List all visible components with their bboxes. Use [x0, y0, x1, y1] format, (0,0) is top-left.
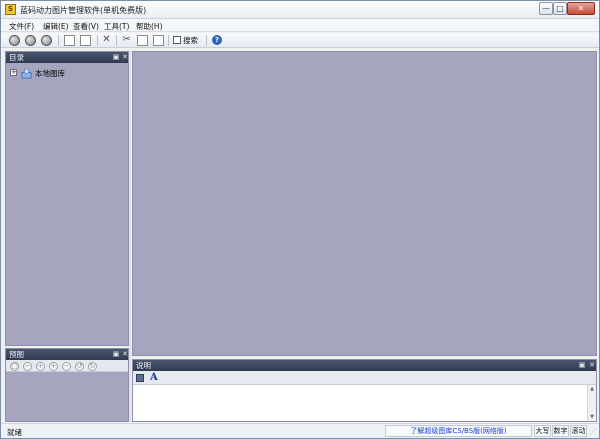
- description-panel: 说明 ▣ ✕ A ▲ ▼: [132, 359, 597, 422]
- pin-icon[interactable]: ▣: [112, 349, 120, 360]
- status-bar: 就绪 了解超级图库CS/BS版(网络版) 大写 数字 滚动 ⋰: [1, 423, 599, 438]
- description-header: 说明 ▣ ✕: [133, 360, 596, 371]
- toolbar-separator: [168, 35, 169, 46]
- scroll-indicator: 滚动: [570, 425, 587, 437]
- toolbar-separator: [116, 35, 117, 46]
- num-indicator: 数字: [552, 425, 569, 437]
- maximize-button[interactable]: □: [553, 2, 567, 15]
- zoom-out-icon[interactable]: −: [23, 362, 32, 371]
- description-scrollbar[interactable]: ▲ ▼: [587, 385, 596, 421]
- app-window: S 蓝码动力图片管理软件(单机免费版) — □ ✕ 文件(F) 编辑(E) 查看…: [0, 0, 600, 439]
- app-logo-icon: S: [5, 4, 16, 15]
- pin-icon[interactable]: ▣: [578, 360, 586, 371]
- rotate-right-icon[interactable]: ↻: [88, 362, 97, 371]
- toolbar-separator: [58, 35, 59, 46]
- description-text-area[interactable]: [133, 385, 588, 421]
- delete-icon[interactable]: ✕: [101, 35, 112, 46]
- close-button[interactable]: ✕: [567, 2, 595, 15]
- minimize-button[interactable]: —: [539, 2, 553, 15]
- tree-item-local-library[interactable]: + 本地图库: [10, 68, 120, 79]
- menu-file[interactable]: 文件(F): [9, 21, 34, 32]
- preview-title: 预图: [9, 350, 24, 359]
- search-button[interactable]: 搜索: [173, 35, 201, 46]
- back-icon[interactable]: [9, 35, 20, 46]
- help-icon[interactable]: ?: [212, 35, 222, 45]
- upgrade-link[interactable]: 了解超级图库CS/BS版(网络版): [385, 425, 532, 437]
- title-bar[interactable]: S 蓝码动力图片管理软件(单机免费版) — □ ✕: [1, 1, 599, 19]
- font-icon[interactable]: A: [150, 372, 158, 384]
- save-icon[interactable]: [136, 374, 144, 382]
- home-icon[interactable]: [41, 35, 52, 46]
- directory-header: 目录 ▣ ✕: [6, 52, 128, 63]
- library-icon: [21, 68, 32, 79]
- copy-icon[interactable]: [137, 35, 148, 46]
- menu-bar: 文件(F) 编辑(E) 查看(V) 工具(T) 帮助(H): [1, 19, 599, 32]
- zoom-fit-icon[interactable]: □: [10, 362, 19, 371]
- close-icon[interactable]: ✕: [121, 349, 129, 360]
- close-icon[interactable]: ✕: [588, 360, 596, 371]
- zoom-in-icon[interactable]: +: [36, 362, 45, 371]
- window-title: 蓝码动力图片管理软件(单机免费版): [20, 6, 147, 15]
- caps-indicator: 大写: [534, 425, 551, 437]
- thumbnail-view[interactable]: [132, 51, 597, 356]
- refresh-icon[interactable]: [64, 35, 75, 46]
- tree-expand-icon[interactable]: +: [10, 69, 17, 76]
- zoom-plus-icon[interactable]: +: [49, 362, 58, 371]
- paste-icon[interactable]: [153, 35, 164, 46]
- search-label: 搜索: [183, 36, 198, 45]
- zoom-minus-icon[interactable]: −: [62, 362, 71, 371]
- menu-edit[interactable]: 编辑(E): [43, 21, 69, 32]
- properties-icon[interactable]: [80, 35, 91, 46]
- preview-toolbar: □ − + + − ↺ ↻: [6, 360, 128, 372]
- menu-help[interactable]: 帮助(H): [136, 21, 163, 32]
- tree-root-label: 本地图库: [35, 69, 65, 78]
- directory-title: 目录: [9, 53, 24, 62]
- forward-icon[interactable]: [25, 35, 36, 46]
- description-toolbar: A: [133, 371, 596, 385]
- preview-panel: 预图 ▣ ✕ □ − + + − ↺ ↻: [5, 348, 129, 422]
- status-text: 就绪: [7, 428, 22, 437]
- vertical-splitter[interactable]: [129, 51, 131, 422]
- scroll-up-icon[interactable]: ▲: [589, 386, 595, 392]
- preview-header: 预图 ▣ ✕: [6, 349, 128, 360]
- main-toolbar: ✕ ✂ 搜索 ?: [1, 33, 599, 48]
- close-icon[interactable]: ✕: [121, 52, 129, 63]
- search-icon: [173, 36, 181, 44]
- toolbar-separator: [97, 35, 98, 46]
- cut-icon[interactable]: ✂: [121, 35, 132, 46]
- menu-tools[interactable]: 工具(T): [104, 21, 129, 32]
- toolbar-separator: [206, 35, 207, 46]
- description-title: 说明: [136, 361, 151, 370]
- directory-panel: 目录 ▣ ✕ + 本地图库: [5, 51, 129, 346]
- scroll-down-icon[interactable]: ▼: [589, 414, 595, 420]
- rotate-left-icon[interactable]: ↺: [75, 362, 84, 371]
- pin-icon[interactable]: ▣: [112, 52, 120, 63]
- menu-view[interactable]: 查看(V): [73, 21, 99, 32]
- resize-grip-icon[interactable]: ⋰: [589, 428, 597, 436]
